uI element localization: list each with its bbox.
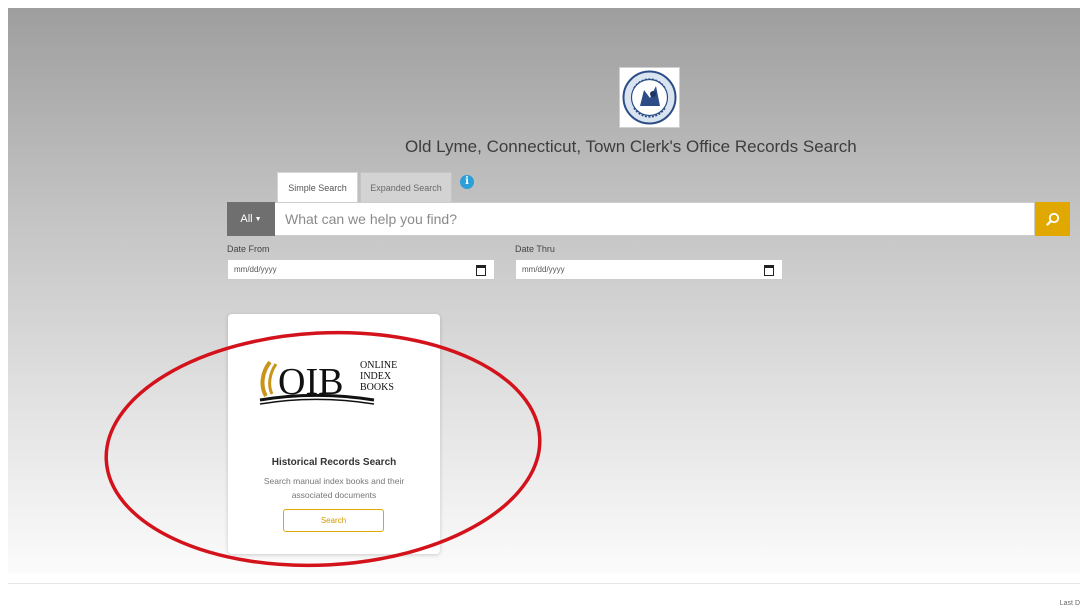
date-thru-label: Date Thru (515, 244, 555, 254)
historical-records-card: OIB ONLINE INDEX BOOKS Historical Record… (228, 314, 440, 554)
caret-down-icon: ▼ (254, 216, 262, 223)
oib-logo: OIB ONLINE INDEX BOOKS (259, 360, 397, 405)
scope-dropdown-label: All (240, 213, 253, 225)
oib-logo-text: OIB (278, 361, 343, 403)
search-button[interactable] (1035, 202, 1070, 236)
search-input[interactable] (275, 202, 1035, 236)
scope-dropdown[interactable]: All ▼ (227, 202, 275, 236)
card-description: Search manual index books and their asso… (263, 476, 405, 500)
footer-divider (8, 583, 1080, 584)
calendar-icon[interactable] (764, 265, 774, 276)
town-seal-icon (619, 67, 680, 128)
oib-logo-line2: INDEX (360, 371, 392, 382)
oib-logo-line3: BOOKS (360, 382, 394, 393)
date-thru-placeholder: mm/dd/yyyy (522, 265, 565, 274)
date-from-label: Date From (227, 244, 270, 254)
calendar-icon[interactable] (476, 265, 486, 276)
date-from-placeholder: mm/dd/yyyy (234, 265, 277, 274)
card-title: Historical Records Search (271, 457, 397, 468)
date-from-input[interactable]: mm/dd/yyyy (227, 259, 495, 280)
historical-search-button[interactable]: Search (283, 509, 384, 532)
date-thru-input[interactable]: mm/dd/yyyy (515, 259, 783, 280)
tab-expanded-search[interactable]: Expanded Search (360, 172, 452, 202)
search-icon (1045, 212, 1059, 226)
tab-simple-search[interactable]: Simple Search (277, 172, 358, 202)
info-icon[interactable]: i (460, 175, 474, 189)
hero-background (8, 8, 1080, 573)
oib-logo-line1: ONLINE (360, 360, 397, 371)
page-title: Old Lyme, Connecticut, Town Clerk's Offi… (405, 137, 857, 156)
footer-last-updated: Last D (1059, 600, 1080, 607)
